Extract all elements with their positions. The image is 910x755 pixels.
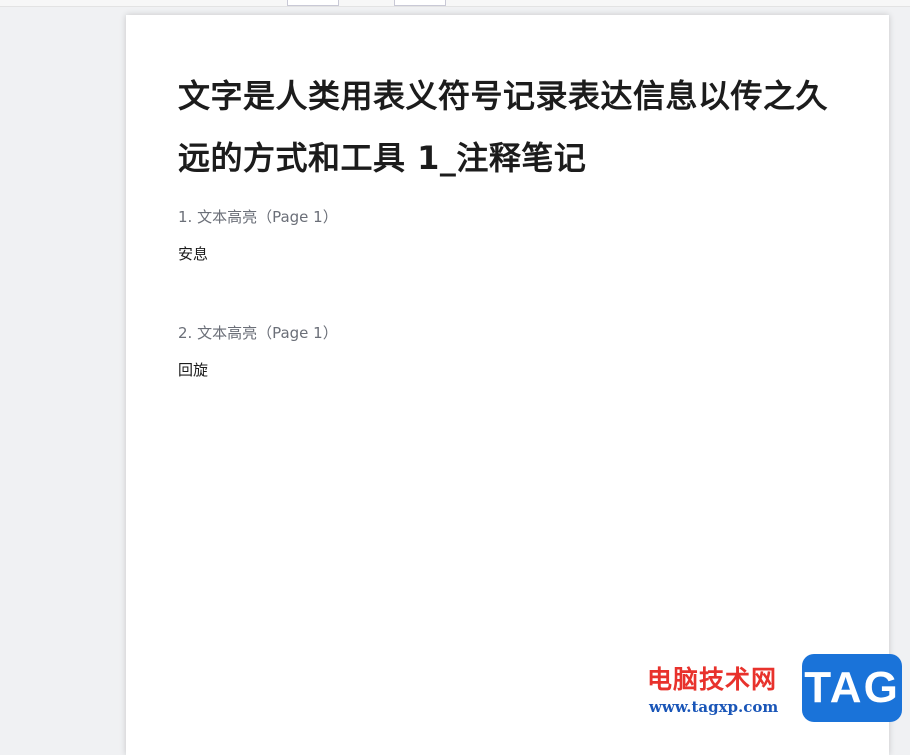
document-page: 文字是人类用表义符号记录表达信息以传之久远的方式和工具 1_注释笔记 1. 文本… [126, 15, 889, 755]
watermark-url: www.tagxp.com [649, 698, 778, 716]
annotation-heading: 2. 文本高亮（Page 1） [178, 323, 338, 343]
watermark-tag-badge: TAG [802, 654, 902, 722]
toolbar-input-b[interactable] [394, 0, 446, 6]
annotation-text: 安息 [178, 244, 338, 264]
document-title: 文字是人类用表义符号记录表达信息以传之久远的方式和工具 1_注释笔记 [178, 65, 838, 189]
site-watermark: 电脑技术网 www.tagxp.com TAG [647, 654, 902, 734]
annotation-text: 回旋 [178, 360, 338, 380]
watermark-site-name: 电脑技术网 [647, 660, 777, 696]
annotation-item: 1. 文本高亮（Page 1） 安息 [178, 207, 338, 264]
toolbar-strip [0, 0, 910, 7]
annotation-item: 2. 文本高亮（Page 1） 回旋 [178, 323, 338, 380]
toolbar-input-a[interactable] [287, 0, 339, 6]
annotation-heading: 1. 文本高亮（Page 1） [178, 207, 338, 227]
